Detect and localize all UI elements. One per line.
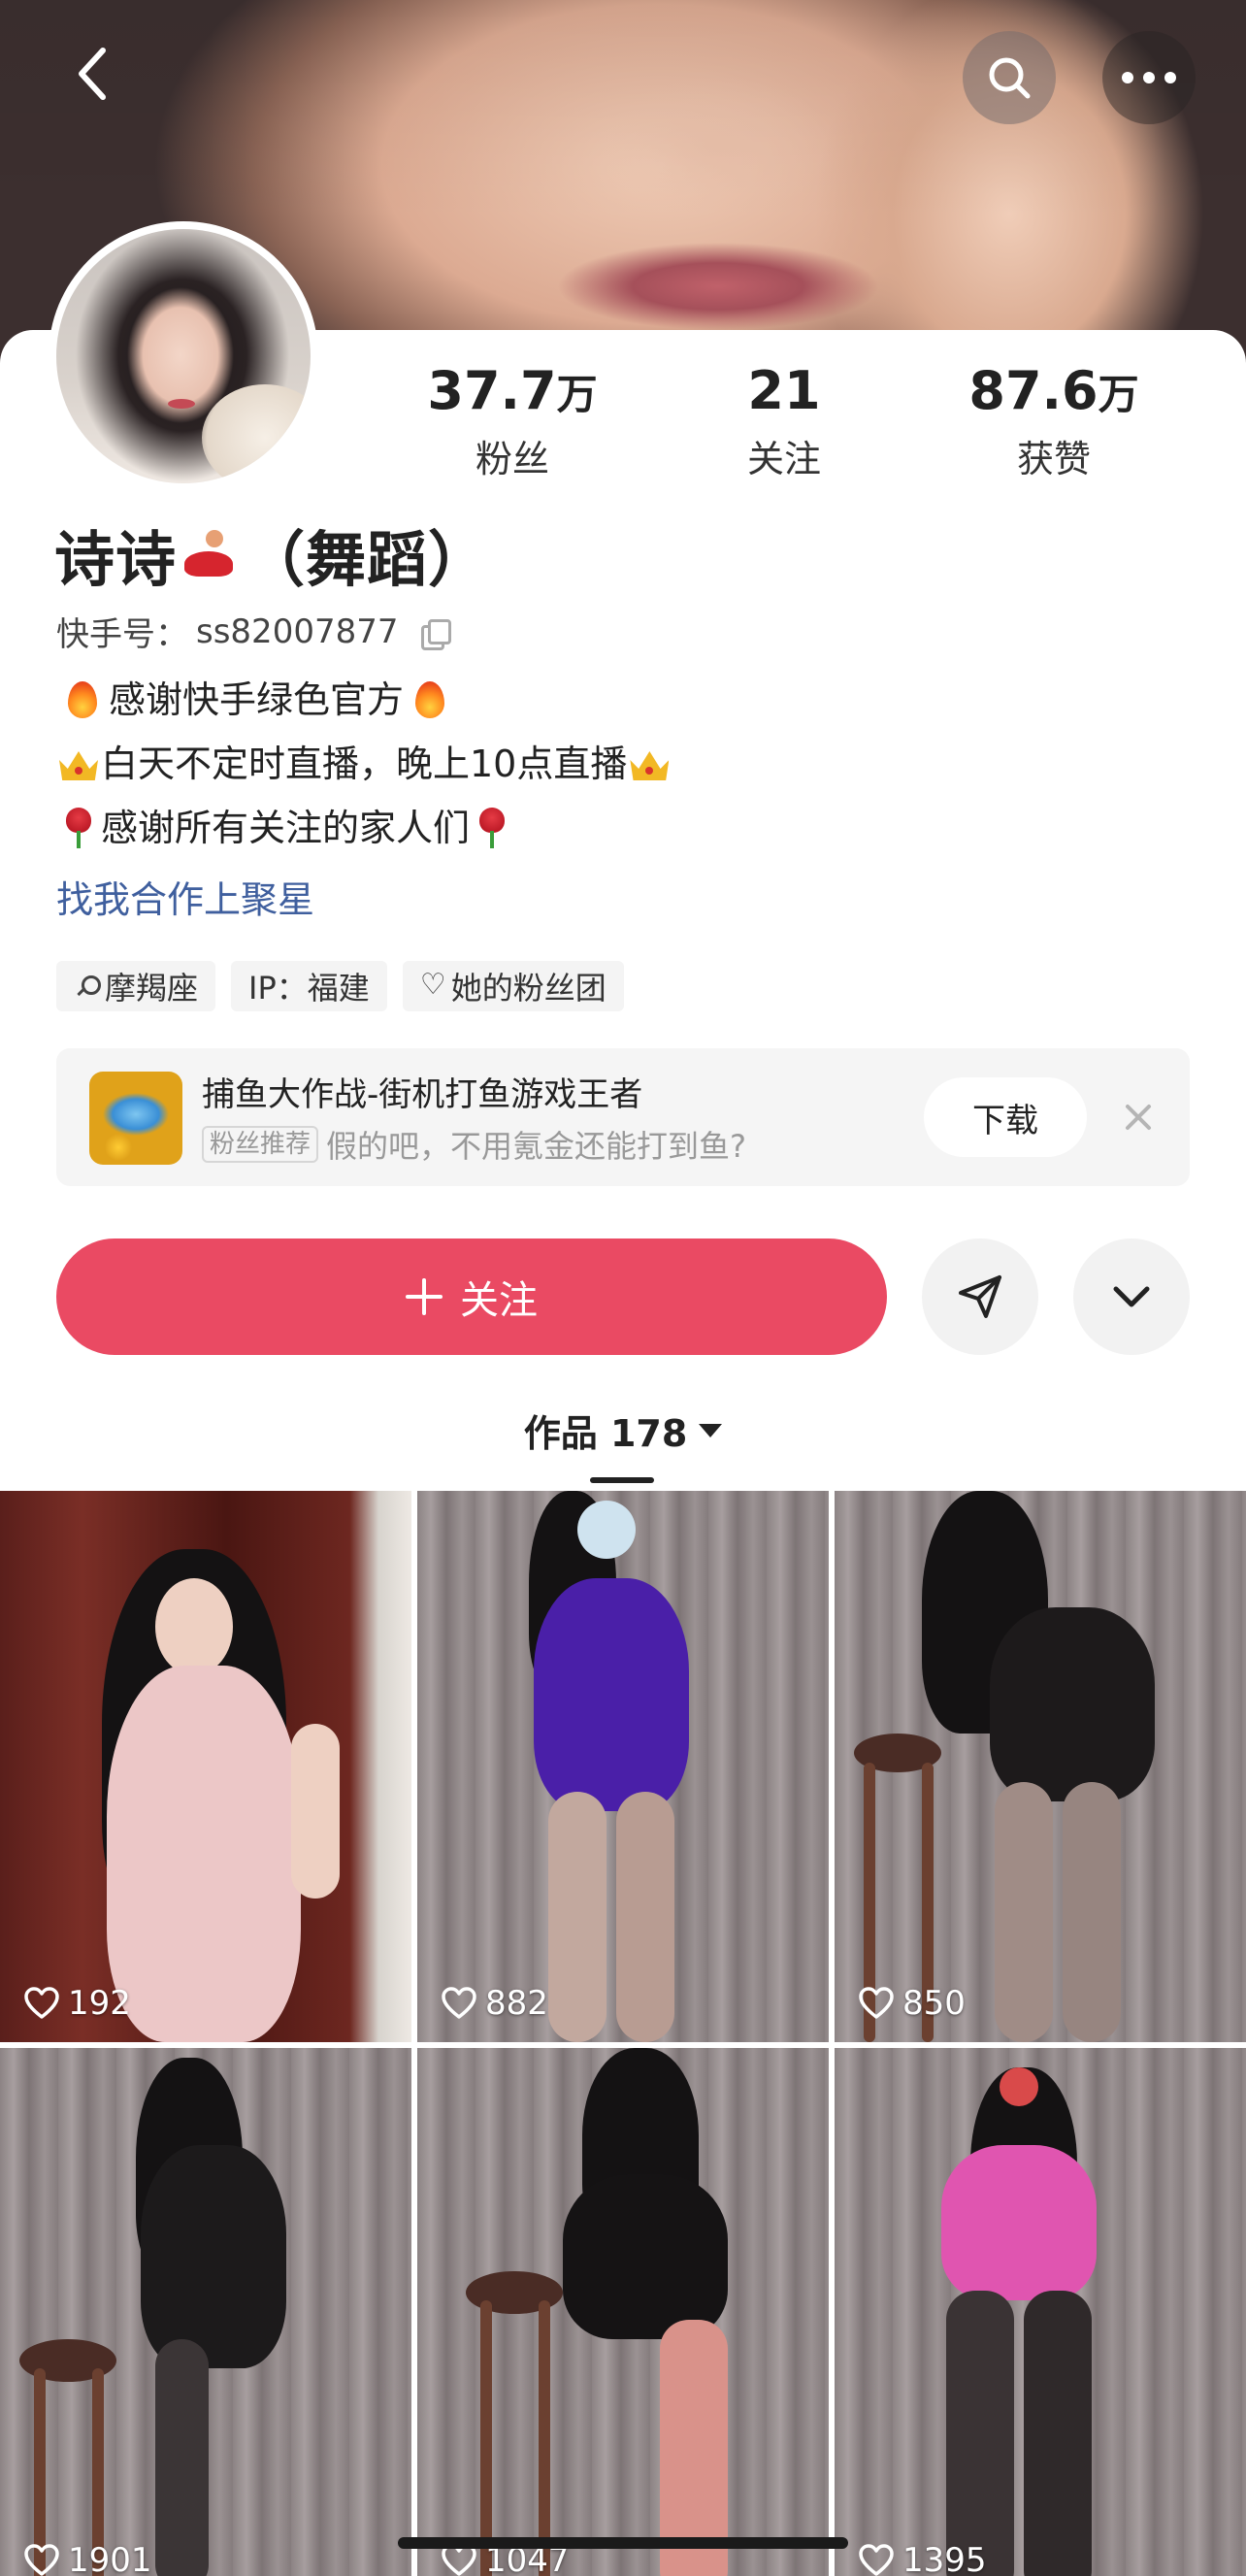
profile-name: 诗诗 （舞蹈） (54, 511, 489, 598)
plus-icon (406, 1278, 443, 1315)
following-count: 21 (747, 360, 821, 421)
back-button[interactable] (47, 27, 140, 120)
bio-text: 感谢所有关注的家人们 (101, 807, 471, 849)
game-app-icon (89, 1072, 182, 1165)
video-thumbnail[interactable]: 1047 (417, 2048, 829, 2576)
download-button[interactable]: 下载 (924, 1077, 1087, 1157)
bio-text: 感谢快手绿色官方 (109, 678, 405, 721)
like-count-value: 192 (68, 1984, 131, 2023)
follow-label: 关注 (460, 1278, 538, 1323)
stat-likes[interactable]: 87.6万 获赞 (947, 361, 1161, 482)
chevron-down-icon (1113, 1286, 1150, 1307)
likes-unit: 万 (1098, 371, 1139, 418)
ad-title: 捕鱼大作战-街机打鱼游戏王者 (202, 1075, 643, 1114)
video-thumbnail[interactable]: 882 (417, 1491, 829, 2042)
like-count: 192 (23, 1984, 131, 2023)
bio-line: 白天不定时直播，晚上10点直播 (56, 732, 672, 796)
send-icon (959, 1275, 1001, 1318)
profile-page: 37.7万 粉丝 21 关注 87.6万 获赞 诗诗 （舞蹈） 快手号： ss82… (0, 0, 1246, 2576)
star-collab-link[interactable]: 找我合作上聚星 (56, 870, 314, 923)
home-indicator[interactable] (398, 2537, 848, 2549)
tag-label: 她的粉丝团 (450, 970, 607, 1007)
search-icon (989, 57, 1031, 99)
heart-outline-icon (859, 2544, 894, 2576)
crown-icon (56, 742, 101, 786)
fire-icon (60, 677, 105, 722)
avatar[interactable] (49, 221, 318, 491)
like-count-value: 850 (902, 1984, 966, 2023)
heart-outline-icon (24, 2544, 59, 2576)
video-thumbnail[interactable]: 192 (0, 1491, 411, 2042)
profile-name-suffix: （舞蹈） (245, 524, 490, 595)
zodiac-icon (74, 974, 101, 999)
share-button[interactable] (922, 1238, 1038, 1355)
copy-icon[interactable] (419, 617, 452, 650)
bio-line: 感谢所有关注的家人们 (56, 796, 672, 860)
close-icon[interactable] (1114, 1093, 1163, 1141)
like-count: 1395 (858, 2541, 987, 2576)
rose-icon (470, 806, 514, 850)
dancer-icon (180, 526, 241, 586)
ad-description: 假的吧，不用氪金还能打到鱼? (326, 1128, 747, 1165)
likes-count: 87.6 (968, 360, 1098, 421)
video-thumbnail[interactable]: 850 (835, 1491, 1246, 2042)
tag-label: 摩羯座 (105, 970, 199, 1007)
search-button[interactable] (963, 31, 1056, 124)
stat-following[interactable]: 21 关注 (677, 361, 891, 482)
profile-name-text: 诗诗 (54, 524, 178, 595)
video-thumbnail[interactable]: 1901 (0, 2048, 411, 2576)
bio: 感谢快手绿色官方 白天不定时直播，晚上10点直播 感谢所有关注的家人们 (56, 668, 672, 860)
followers-count: 37.7 (427, 360, 557, 421)
heart-outline-icon (859, 1987, 894, 2019)
tag-zodiac[interactable]: 摩羯座 (56, 961, 216, 1011)
tab-works-label: 作品 178 (523, 1412, 688, 1455)
heart-outline-icon (420, 968, 446, 1002)
follow-button[interactable]: 关注 (56, 1238, 887, 1355)
like-count: 1901 (23, 2541, 152, 2576)
tab-indicator (590, 1477, 654, 1483)
avatar-image (56, 229, 311, 483)
crown-icon (627, 742, 672, 786)
like-count-value: 1901 (68, 2541, 152, 2576)
tab-works[interactable]: 作品 178 (0, 1404, 1246, 1457)
more-horizontal-icon (1122, 72, 1176, 83)
followers-unit: 万 (556, 371, 598, 418)
like-count: 882 (441, 1984, 548, 2023)
caret-down-icon (699, 1423, 723, 1437)
stat-followers[interactable]: 37.7万 粉丝 (406, 361, 619, 482)
profile-tags: 摩羯座 IP：福建 她的粉丝团 (56, 961, 624, 1011)
expand-button[interactable] (1073, 1238, 1190, 1355)
bio-text: 白天不定时直播，晚上10点直播 (101, 743, 628, 785)
tag-fan-club[interactable]: 她的粉丝团 (402, 961, 624, 1011)
kuaishou-id: 快手号： ss82007877 (56, 608, 452, 655)
chevron-left-icon (79, 48, 106, 100)
rose-icon (56, 806, 101, 850)
following-label: 关注 (746, 438, 821, 480)
like-count-value: 1395 (902, 2541, 987, 2576)
tag-ip: IP：福建 (231, 961, 387, 1011)
kuaishou-id-value: ss82007877 (196, 611, 399, 651)
heart-outline-icon (442, 1987, 476, 2019)
likes-label: 获赞 (1016, 438, 1091, 480)
kuaishou-id-label: 快手号： (56, 615, 188, 654)
fire-icon (408, 677, 452, 722)
ad-subtitle: 粉丝推荐 假的吧，不用氪金还能打到鱼? (202, 1122, 746, 1167)
tag-label: IP：福建 (248, 970, 370, 1007)
ad-card[interactable]: 捕鱼大作战-街机打鱼游戏王者 粉丝推荐 假的吧，不用氪金还能打到鱼? 下载 (56, 1048, 1190, 1186)
heart-outline-icon (24, 1987, 59, 2019)
more-button[interactable] (1102, 31, 1196, 124)
followers-label: 粉丝 (475, 438, 549, 480)
bio-line: 感谢快手绿色官方 (56, 668, 672, 732)
video-thumbnail[interactable]: 1395 (835, 2048, 1246, 2576)
like-count-value: 882 (485, 1984, 548, 2023)
ad-badge: 粉丝推荐 (202, 1126, 319, 1163)
like-count: 850 (858, 1984, 966, 2023)
